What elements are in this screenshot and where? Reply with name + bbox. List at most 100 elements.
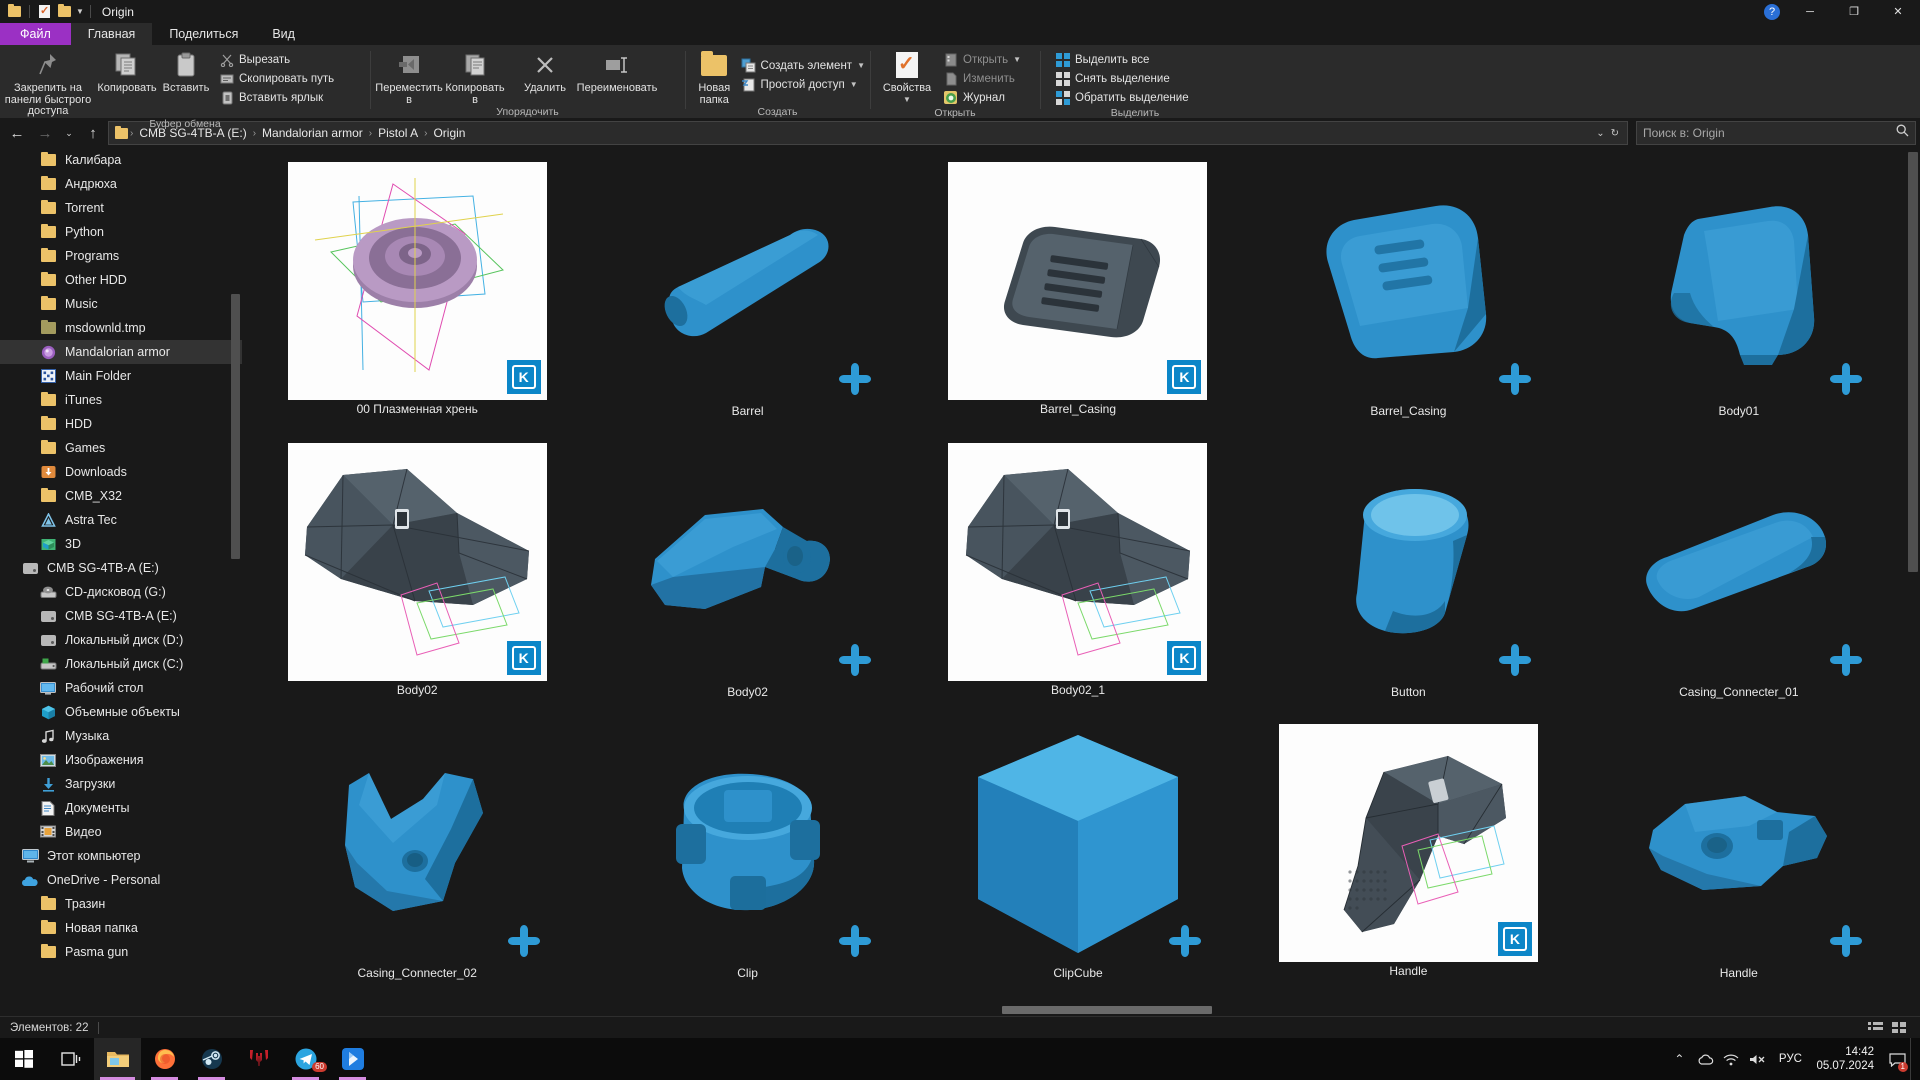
sidebar-scrollbar-thumb[interactable] [231,294,240,559]
sidebar-item-загрузки[interactable]: Загрузки [0,772,242,796]
taskbar-firefox[interactable] [141,1038,188,1080]
sidebar-item-pasma-gun[interactable]: Pasma gun [0,940,242,964]
content-scrollbar-thumb[interactable] [1908,152,1918,572]
help-icon[interactable]: ? [1764,4,1780,20]
file-item[interactable]: Handle [1578,718,1900,999]
sidebar-item-cd-дисковод-g[interactable]: CD-дисковод (G:) [0,580,242,604]
taskbar-steam[interactable] [188,1038,235,1080]
sidebar-item-torrent[interactable]: Torrent [0,196,242,220]
sidebar-item-cmb-x32[interactable]: CMB_X32 [0,484,242,508]
new-item-button[interactable]: Создать элемент ▼ [736,56,870,75]
sidebar-item-music[interactable]: Music [0,292,242,316]
sidebar-item-видео[interactable]: Видео [0,820,242,844]
new-folder-button[interactable]: Новая папка [693,48,736,106]
move-to-button[interactable]: Переместить в [375,48,443,106]
edit-button[interactable]: Изменить [938,69,1026,88]
taskbar-media-player[interactable] [329,1038,376,1080]
properties-button[interactable]: Свойства ▼ [876,48,938,104]
taskbar-file-explorer[interactable] [94,1038,141,1080]
sidebar-item-документы[interactable]: Документы [0,796,242,820]
sidebar-item-hdd[interactable]: HDD [0,412,242,436]
file-item[interactable]: Button [1247,437,1569,718]
sidebar-item-музыка[interactable]: Музыка [0,724,242,748]
pin-to-quick-access-button[interactable]: Закрепить на панели быстрого доступа [0,48,96,118]
sidebar-item-рабочий-стол[interactable]: Рабочий стол [0,676,242,700]
new-folder-qat-icon[interactable] [6,3,23,20]
clock[interactable]: 14:42 05.07.2024 [1810,1038,1884,1080]
sidebar-item-mandalorian-armor[interactable]: Mandalorian armor [0,340,242,364]
history-button[interactable]: Журнал [938,88,1026,107]
select-all-button[interactable]: Выделить все [1050,50,1194,69]
notification-center-button[interactable]: 1 [1884,1038,1910,1080]
sidebar-item-андрюха[interactable]: Андрюха [0,172,242,196]
language-indicator[interactable]: РУС [1770,1038,1810,1080]
tab-view[interactable]: Вид [255,23,312,45]
rename-button[interactable]: Переименовать [574,48,660,95]
sidebar-item-тразин[interactable]: Тразин [0,892,242,916]
open-button[interactable]: Открыть ▼ [938,50,1026,69]
address-dropdown-icon[interactable]: ⌄ [1596,128,1604,139]
paste-shortcut-button[interactable]: Вставить ярлык [214,88,339,107]
sidebar-item-объемные-объекты[interactable]: Объемные объекты [0,700,242,724]
file-item[interactable]: Casing_Connecter_02 [256,718,578,999]
file-item[interactable]: K Body02_1 [917,437,1239,718]
file-item[interactable]: Clip [586,718,908,999]
file-item[interactable]: ClipCube [917,718,1239,999]
file-item[interactable]: K Body02 [256,437,578,718]
file-item[interactable]: Barrel_Casing [1247,156,1569,437]
horizontal-scrollbar-thumb[interactable] [1002,1006,1212,1014]
chevron-down-icon[interactable]: ▼ [850,80,858,89]
search-icon[interactable] [1896,124,1909,142]
tab-file[interactable]: Файл [0,23,71,45]
sidebar-item-этот-компьютер[interactable]: Этот компьютер [0,844,242,868]
sidebar-item-main-folder[interactable]: Main Folder [0,364,242,388]
chevron-down-icon[interactable]: ▼ [857,61,865,70]
file-item[interactable]: Barrel [586,156,908,437]
search-box[interactable]: Поиск в: Origin [1636,121,1916,145]
file-item[interactable]: K 00 Плазменная хрень [256,156,578,437]
sidebar-item-локальный-диск-c[interactable]: Локальный диск (C:) [0,652,242,676]
properties-qat-icon[interactable] [36,3,53,20]
sidebar-item-other-hdd[interactable]: Other HDD [0,268,242,292]
file-list-pane[interactable]: K 00 Плазменная хрень Barrel K Barrel_Casi… [242,148,1920,1016]
sidebar-item-onedrive-personal[interactable]: OneDrive - Personal [0,868,242,892]
sidebar-item-локальный-диск-d[interactable]: Локальный диск (D:) [0,628,242,652]
copy-path-button[interactable]: Скопировать путь [214,69,339,88]
chevron-down-icon[interactable]: ▼ [1013,55,1021,64]
invert-selection-button[interactable]: Обратить выделение [1050,88,1194,107]
copy-to-button[interactable]: Копировать в [442,48,508,106]
sidebar-item-downloads[interactable]: Downloads [0,460,242,484]
breadcrumb-item-pistol-a[interactable]: Pistol A [373,123,423,143]
sidebar-item-изображения[interactable]: Изображения [0,748,242,772]
chevron-down-icon[interactable]: ▼ [76,7,84,16]
tab-share[interactable]: Поделиться [152,23,255,45]
chevron-down-icon[interactable]: ▼ [903,95,911,104]
sidebar-item-3d[interactable]: 3D [0,532,242,556]
delete-button[interactable]: Удалить [516,48,574,95]
file-item[interactable]: Casing_Connecter_01 [1578,437,1900,718]
maximize-button[interactable]: ❐ [1832,0,1876,23]
new-folder-qat-icon-2[interactable] [56,3,73,20]
details-view-button[interactable] [1864,1019,1886,1037]
task-view-button[interactable] [47,1038,94,1080]
sidebar-item-новая-папка[interactable]: Новая папка [0,916,242,940]
large-icons-view-button[interactable] [1888,1019,1910,1037]
breadcrumb-item-origin[interactable]: Origin [428,123,470,143]
cloud-icon[interactable] [1692,1038,1718,1080]
sidebar-item-astra-tec[interactable]: Astra Tec [0,508,242,532]
sidebar-item-itunes[interactable]: iTunes [0,388,242,412]
sidebar-item-msdownld-tmp[interactable]: msdownld.tmp [0,316,242,340]
tab-home[interactable]: Главная [70,23,153,45]
sidebar-item-калибара[interactable]: Калибара [0,148,242,172]
taskbar-predator[interactable] [235,1038,282,1080]
minimize-button[interactable]: ─ [1788,0,1832,23]
show-desktop-button[interactable] [1910,1038,1918,1080]
sidebar-item-python[interactable]: Python [0,220,242,244]
file-item[interactable]: K Barrel_Casing [917,156,1239,437]
copy-button[interactable]: Копировать [96,48,158,95]
taskbar-telegram[interactable]: notification-icon 60 [282,1038,329,1080]
paste-button[interactable]: Вставить [158,48,214,95]
sidebar-item-programs[interactable]: Programs [0,244,242,268]
sidebar-item-games[interactable]: Games [0,436,242,460]
easy-access-button[interactable]: Простой доступ ▼ [736,75,870,94]
